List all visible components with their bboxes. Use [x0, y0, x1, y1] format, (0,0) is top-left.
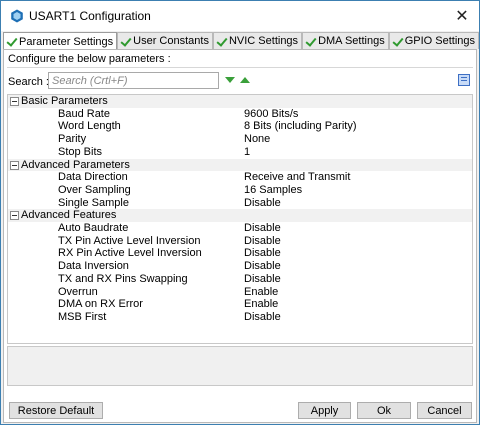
search-input[interactable] [48, 72, 219, 89]
tab-label: GPIO Settings [404, 35, 476, 47]
parameter-value[interactable]: Disable [244, 273, 281, 286]
restore-default-button[interactable]: Restore Default [9, 402, 103, 419]
group-row[interactable]: Basic Parameters [8, 95, 472, 108]
tab-gpio-settings[interactable]: GPIO Settings [388, 32, 480, 49]
close-button[interactable]: ✕ [451, 5, 473, 27]
parameter-name: Auto Baudrate [58, 222, 129, 234]
tab-dma-settings[interactable]: DMA Settings [302, 32, 389, 49]
parameter-value[interactable]: Disable [244, 222, 281, 235]
parameter-name: Word Length [58, 120, 121, 133]
parameter-value[interactable]: 1 [244, 146, 250, 159]
description-panel [7, 346, 473, 386]
parameter-name: Data Inversion [58, 260, 129, 273]
parameter-row[interactable]: MSB First Disable [8, 311, 472, 324]
parameter-value[interactable]: Receive and Transmit [244, 171, 350, 184]
title-bar: USART1 Configuration ✕ [1, 1, 479, 31]
cancel-button[interactable]: Cancel [417, 402, 472, 419]
parameter-row[interactable]: DMA on RX Error Enable [8, 298, 472, 311]
parameter-value[interactable]: Disable [244, 197, 281, 210]
parameter-row[interactable]: Single Sample Disable [8, 197, 472, 210]
parameter-name: Parity [58, 133, 87, 146]
parameter-row[interactable]: TX Pin Active Level Inversion Disable [8, 235, 472, 248]
apply-button[interactable]: Apply [298, 402, 351, 419]
parameter-row[interactable]: Stop Bits 1 [8, 146, 472, 159]
tab-label: DMA Settings [318, 35, 385, 47]
group-label: Advanced Parameters [21, 158, 130, 171]
tab-label: Parameter Settings [19, 35, 114, 48]
tab-label: User Constants [133, 35, 209, 47]
parameter-name: TX and RX Pins Swapping [58, 272, 188, 285]
parameter-name: MSB First [58, 310, 107, 323]
parameter-name: RX Pin Active Level Inversion [58, 247, 202, 260]
parameter-value[interactable]: 9600 Bits/s [244, 108, 298, 121]
search-up-arrow-icon[interactable] [240, 75, 250, 85]
tab-label: NVIC Settings [228, 35, 299, 47]
search-down-arrow-icon[interactable] [225, 75, 235, 85]
parameter-name: Overrun [58, 285, 98, 298]
checkmark-icon [120, 36, 131, 47]
parameter-name: Data Direction [58, 171, 128, 184]
parameter-name: DMA on RX Error [58, 298, 143, 311]
parameter-row[interactable]: Parity None [8, 133, 472, 146]
tab-nvic-settings[interactable]: NVIC Settings [212, 32, 303, 49]
parameter-value[interactable]: Disable [244, 311, 281, 324]
parameter-value[interactable]: 8 Bits (including Parity) [244, 120, 357, 133]
parameter-name: Stop Bits [58, 145, 103, 158]
configuration-dialog: USART1 Configuration ✕ Parameter Setting… [0, 0, 480, 425]
group-label: Advanced Features [21, 209, 117, 222]
divider [7, 67, 473, 68]
group-row[interactable]: Advanced Parameters [8, 158, 472, 172]
parameter-row[interactable]: Word Length 8 Bits (including Parity) [8, 120, 472, 133]
parameter-value[interactable]: Enable [244, 298, 278, 311]
parameter-name: Baud Rate [58, 107, 110, 120]
show-description-icon[interactable] [458, 74, 470, 86]
group-row[interactable]: Advanced Features [8, 209, 472, 222]
search-label: Search : [8, 76, 49, 88]
parameter-row[interactable]: Overrun Enable [8, 286, 472, 299]
collapse-icon[interactable] [10, 97, 19, 106]
checkmark-icon [216, 36, 227, 47]
parameter-value[interactable]: Disable [244, 260, 281, 273]
parameter-name: TX Pin Active Level Inversion [58, 234, 201, 247]
collapse-icon[interactable] [10, 211, 19, 221]
parameter-settings-panel: Configure the below parameters : Search … [3, 49, 477, 423]
parameter-row[interactable]: Auto Baudrate Disable [8, 222, 472, 235]
collapse-icon[interactable] [10, 160, 19, 170]
parameter-value[interactable]: None [244, 133, 270, 146]
tab-user-constants[interactable]: User Constants [117, 32, 213, 49]
group-label: Basic Parameters [21, 95, 108, 107]
parameter-value[interactable]: Disable [244, 247, 281, 260]
close-icon: ✕ [455, 8, 469, 25]
checkmark-icon [305, 36, 316, 47]
parameter-value[interactable]: 16 Samples [244, 184, 302, 197]
instructions-label: Configure the below parameters : [8, 53, 171, 65]
window-title: USART1 Configuration [29, 9, 151, 23]
parameter-row[interactable]: Data Inversion Disable [8, 260, 472, 273]
parameter-value[interactable]: Disable [244, 235, 281, 248]
checkmark-icon [392, 36, 403, 47]
tab-parameter-settings[interactable]: Parameter Settings [3, 32, 118, 50]
tab-bar: Parameter Settings User Constants NVIC S… [3, 32, 480, 50]
parameter-name: Over Sampling [58, 183, 131, 196]
parameter-name: Single Sample [58, 196, 129, 209]
checkmark-icon [6, 36, 17, 47]
parameter-value[interactable]: Enable [244, 286, 278, 299]
parameter-row[interactable]: Baud Rate 9600 Bits/s [8, 108, 472, 121]
app-logo-icon [11, 9, 23, 23]
parameter-row[interactable]: Data Direction Receive and Transmit [8, 171, 472, 184]
parameter-tree: Basic Parameters Baud Rate 9600 Bits/s Word… [7, 94, 473, 344]
parameter-row[interactable]: RX Pin Active Level Inversion Disable [8, 247, 472, 260]
parameter-row[interactable]: TX and RX Pins Swapping Disable [8, 273, 472, 286]
parameter-row[interactable]: Over Sampling 16 Samples [8, 184, 472, 197]
ok-button[interactable]: Ok [357, 402, 411, 419]
